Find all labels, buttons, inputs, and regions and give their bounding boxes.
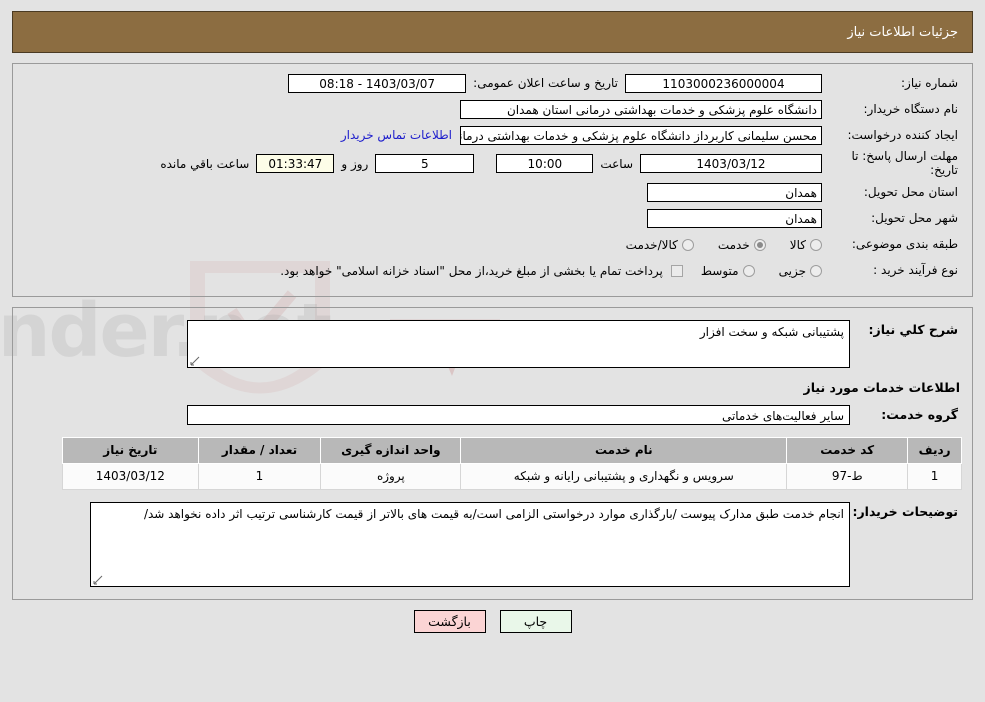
need-desc-textarea[interactable]: پشتیبانی شبکه و سخت افزار — [187, 319, 850, 368]
radio-icon[interactable] — [753, 238, 766, 251]
province-label: استان محل تحویل: — [863, 185, 958, 200]
category-option-label: کالا — [789, 237, 806, 252]
column-header-name: نام خدمت — [460, 436, 788, 464]
back-button[interactable]: بازگشت — [413, 609, 486, 633]
need-desc-label: شرح کلي نیاز: — [868, 321, 958, 337]
need-number-label: شماره نیاز: — [901, 75, 958, 90]
column-header-code: کد خدمت — [786, 436, 909, 464]
column-header-quantity: تعداد / مقدار — [197, 436, 322, 464]
row-buyer-notes: توضیحات خریدار: انجام خدمت طبق مدارک پیو… — [23, 501, 962, 587]
remaining-days-value: 5 — [375, 154, 475, 174]
resize-grip-icon[interactable] — [93, 575, 103, 585]
radio-icon[interactable] — [742, 264, 755, 277]
buyer-notes-label: توضیحات خریدار: — [852, 503, 958, 519]
buyer-org-value: دانشگاه علوم پزشکی و خدمات بهداشتی درمان… — [460, 99, 822, 119]
service-group-value: سایر فعالیت‌های خدماتی — [187, 404, 850, 425]
treasury-note: پرداخت تمام یا بخشی از مبلغ خرید،از محل … — [280, 263, 663, 278]
creator-label: ایجاد کننده درخواست: — [847, 127, 958, 142]
category-option-khedmat[interactable]: خدمت — [700, 238, 766, 252]
need-desc-value: پشتیبانی شبکه و سخت افزار — [699, 324, 844, 339]
process-option-motevaset[interactable]: متوسط — [683, 264, 755, 278]
row-request-creator: ایجاد کننده درخواست: محسن سلیمانی کاربرد… — [23, 124, 962, 146]
service-group-label: گروه خدمت: — [881, 407, 958, 423]
need-number-value: 1103000236000004 — [625, 73, 822, 93]
service-items-table: ردیف کد خدمت نام خدمت واحد اندازه گیری ت… — [62, 436, 962, 490]
need-details-panel: شرح کلي نیاز: پشتیبانی شبکه و سخت افزار … — [12, 306, 973, 600]
row-service-group: گروه خدمت: سایر فعالیت‌های خدماتی — [23, 404, 962, 425]
process-radio-group: جزیی متوسط — [683, 264, 822, 278]
column-header-unit: واحد اندازه گیری — [320, 436, 462, 464]
cell-index: 1 — [907, 462, 962, 490]
city-value: همدان — [647, 209, 822, 229]
remaining-label: ساعت باقي مانده — [160, 156, 250, 171]
page-header: جزئیات اطلاعات نیاز — [12, 11, 973, 53]
cell-quantity: 1 — [197, 462, 322, 490]
services-section-title: اطلاعات خدمات مورد نیاز — [803, 379, 961, 395]
resize-grip-icon[interactable] — [190, 356, 200, 366]
table-row: 1 ط-97 سرویس و نگهداری و پشتیبانی رایانه… — [62, 462, 962, 490]
page-title: جزئیات اطلاعات نیاز — [847, 24, 958, 40]
public-announce-label: تاریخ و ساعت اعلان عمومی: — [473, 76, 618, 90]
city-label: شهر محل تحویل: — [871, 211, 958, 226]
buyer-notes-value: انجام خدمت طبق مدارک پیوست /بارگذاری موا… — [143, 506, 844, 521]
cell-code: ط-97 — [786, 462, 909, 490]
cell-unit: پروژه — [320, 462, 462, 490]
row-response-deadline: مهلت ارسال پاسخ: تا تاریخ: 1403/03/12 سا… — [23, 149, 962, 178]
process-option-label: جزیی — [778, 263, 806, 278]
deadline-label: مهلت ارسال پاسخ: تا تاریخ: — [851, 149, 958, 177]
cell-name: سرویس و نگهداری و پشتیبانی رایانه و شبکه — [460, 462, 788, 490]
buyer-contact-link[interactable]: اطلاعات تماس خریدار — [341, 128, 460, 142]
print-button[interactable]: چاپ — [499, 609, 572, 633]
category-option-kala[interactable]: کالا — [772, 238, 822, 252]
category-option-label: خدمت — [717, 237, 750, 252]
deadline-date-value: 1403/03/12 — [640, 154, 822, 174]
process-label: نوع فرآیند خرید : — [873, 263, 958, 278]
process-option-jozii[interactable]: جزیی — [761, 264, 822, 278]
treasury-checkbox[interactable] — [670, 264, 683, 277]
deadline-hour-value: 10:00 — [496, 154, 594, 174]
row-delivery-province: استان محل تحویل: همدان — [23, 182, 962, 204]
radio-icon[interactable] — [810, 238, 822, 251]
public-announce-value: 1403/03/07 - 08:18 — [288, 73, 467, 93]
cell-date: 1403/03/12 — [62, 462, 199, 490]
footer-actions: چاپ بازگشت — [0, 609, 985, 633]
category-label: طبقه بندی موضوعی: — [851, 237, 958, 252]
row-need-description: شرح کلي نیاز: پشتیبانی شبکه و سخت افزار — [23, 319, 962, 368]
province-value: همدان — [647, 183, 822, 203]
category-option-label: کالا/خدمت — [625, 237, 678, 252]
creator-value: محسن سلیمانی کاربرداز دانشگاه علوم پزشکی… — [460, 125, 822, 145]
radio-icon[interactable] — [810, 264, 822, 277]
row-buyer-organization: نام دستگاه خریدار: دانشگاه علوم پزشکی و … — [23, 98, 962, 120]
row-delivery-city: شهر محل تحویل: همدان — [23, 208, 962, 230]
buyer-notes-textarea[interactable]: انجام خدمت طبق مدارک پیوست /بارگذاری موا… — [90, 501, 850, 587]
need-summary-panel: شماره نیاز: 1103000236000004 تاریخ و ساع… — [12, 63, 973, 297]
table-header-row: ردیف کد خدمت نام خدمت واحد اندازه گیری ت… — [62, 436, 962, 464]
remaining-time-countdown: 01:33:47 — [256, 154, 335, 174]
category-radio-group: کالا خدمت کالا/خدمت — [608, 238, 822, 252]
row-purchase-process: نوع فرآیند خرید : جزیی متوسط پرداخت تمام… — [23, 260, 962, 282]
buyer-org-label: نام دستگاه خریدار: — [863, 101, 959, 116]
column-header-index: ردیف — [907, 436, 962, 464]
row-need-number: شماره نیاز: 1103000236000004 تاریخ و ساع… — [23, 72, 962, 94]
hour-label: ساعت — [600, 156, 633, 171]
category-option-kala-khedmat[interactable]: کالا/خدمت — [608, 238, 694, 252]
row-subject-category: طبقه بندی موضوعی: کالا خدمت کالا/خدمت — [23, 234, 962, 256]
days-label: روز و — [341, 156, 369, 171]
column-header-date: تاریخ نیاز — [62, 436, 199, 464]
process-option-label: متوسط — [700, 263, 739, 278]
radio-icon[interactable] — [681, 238, 694, 251]
